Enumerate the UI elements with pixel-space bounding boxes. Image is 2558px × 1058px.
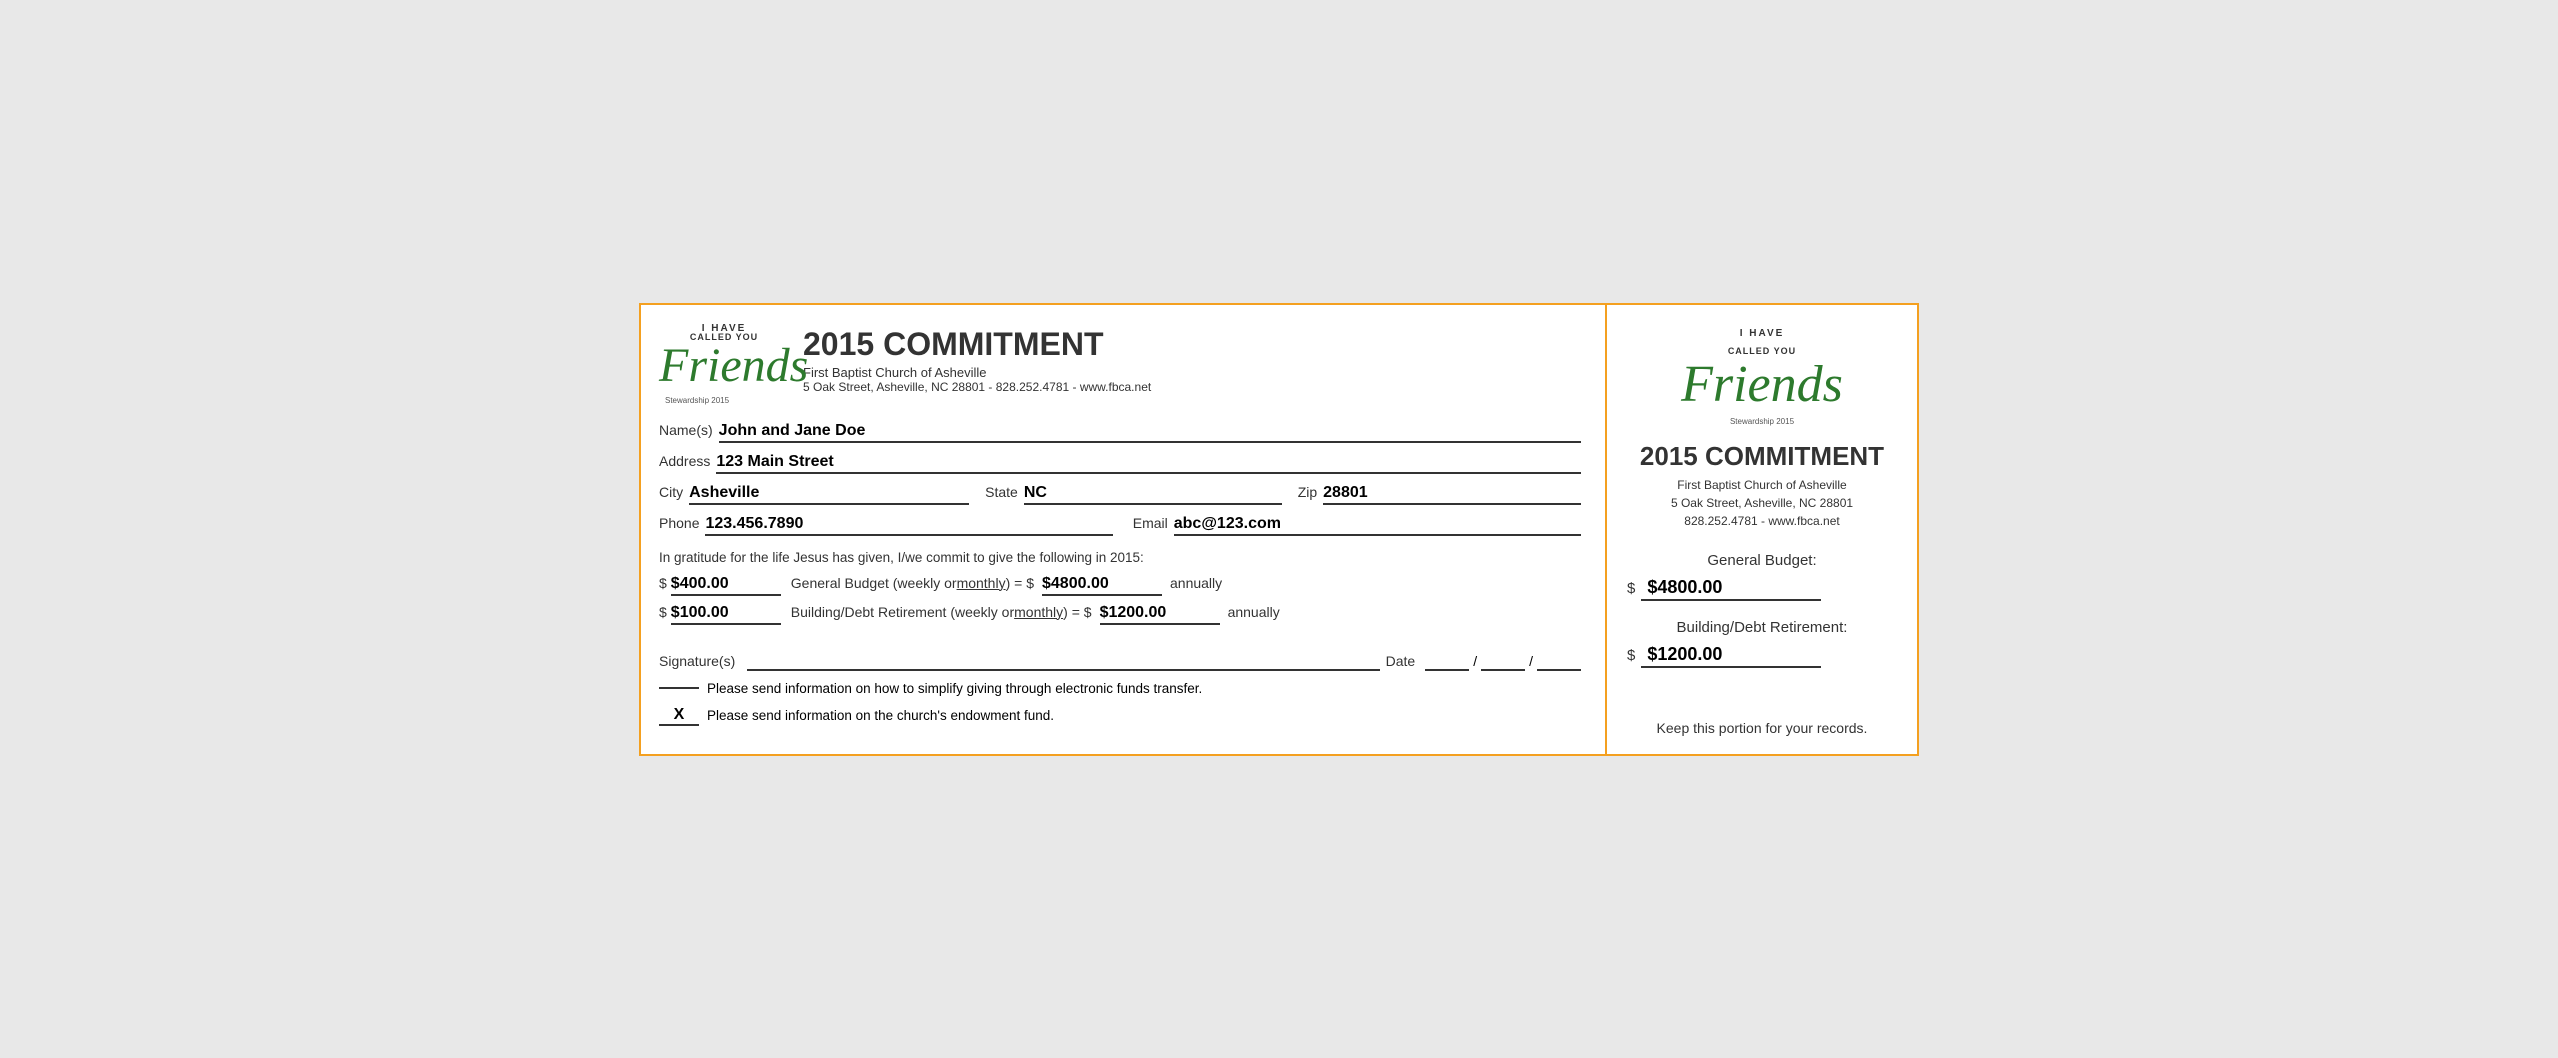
signature-row: Signature(s) Date / / (659, 653, 1581, 671)
endowment-text: Please send information on the church's … (707, 708, 1054, 723)
city-value: Asheville (689, 484, 969, 505)
signature-label: Signature(s) (659, 653, 735, 669)
header-church: First Baptist Church of Asheville (803, 365, 1151, 380)
endowment-checkbox[interactable]: X (659, 706, 699, 726)
right-building-amount: $1200.00 (1641, 644, 1821, 668)
right-church-name: First Baptist Church of Asheville (1677, 478, 1846, 492)
header-area: I HAVE CALLED YOU Friends Stewardship 20… (659, 323, 1581, 408)
endowment-row: X Please send information on the church'… (659, 706, 1581, 726)
general-annual: $4800.00 (1042, 575, 1162, 596)
eft-checkbox[interactable] (659, 687, 699, 689)
date-label: Date (1386, 653, 1416, 669)
address-value: 123 Main Street (716, 453, 1581, 474)
right-title: 2015 COMMITMENT (1640, 441, 1884, 472)
address-label: Address (659, 453, 710, 469)
header-text: 2015 COMMITMENT First Baptist Church of … (803, 323, 1151, 394)
email-value: abc@123.com (1174, 515, 1581, 536)
state-label: State (985, 484, 1018, 500)
header-address: 5 Oak Street, Asheville, NC 28801 - 828.… (803, 380, 1151, 394)
logo-left: I HAVE CALLED YOU Friends Stewardship 20… (659, 323, 789, 408)
commitment-card: I HAVE CALLED YOU Friends Stewardship 20… (639, 303, 1919, 756)
left-section: I HAVE CALLED YOU Friends Stewardship 20… (641, 305, 1607, 754)
right-address-line1: 5 Oak Street, Asheville, NC 28801 (1671, 496, 1853, 510)
eft-text: Please send information on how to simpli… (707, 681, 1202, 696)
right-general-label: General Budget: (1627, 552, 1897, 569)
right-i-have: I HAVE (1740, 328, 1785, 339)
header-title: 2015 COMMITMENT (803, 327, 1151, 362)
general-label-end: ) = $ (1006, 575, 1034, 591)
right-general-amount-row: $ $4800.00 (1627, 577, 1897, 601)
date-slash1: / (1473, 653, 1477, 669)
right-general-amount: $4800.00 (1641, 577, 1821, 601)
building-annual: $1200.00 (1100, 604, 1220, 625)
state-value: NC (1024, 484, 1282, 505)
building-row: $ $100.00 Building/Debt Retirement (week… (659, 604, 1581, 625)
phone-label: Phone (659, 515, 699, 531)
right-stewardship: Stewardship 2015 (1730, 417, 1794, 426)
right-section: I HAVE CALLED YOU Friends Stewardship 20… (1607, 305, 1917, 754)
date-group: Date / / (1386, 653, 1581, 671)
logo-friends-text: Friends (659, 342, 789, 390)
right-called-you: CALLED YOU (1728, 346, 1796, 356)
address-row: Address 123 Main Street (659, 453, 1581, 474)
general-label-start: General Budget (weekly or (791, 575, 957, 591)
general-amount: $400.00 (671, 575, 781, 596)
date-year (1537, 653, 1581, 671)
general-budget-row: $ $400.00 General Budget (weekly or mont… (659, 575, 1581, 596)
name-row: Name(s) John and Jane Doe (659, 422, 1581, 443)
right-general-dollar: $ (1627, 580, 1635, 597)
name-value: John and Jane Doe (719, 422, 1581, 443)
city-label: City (659, 484, 683, 500)
eft-row: Please send information on how to simpli… (659, 681, 1581, 696)
date-day (1481, 653, 1525, 671)
building-dollar-prefix: $ (659, 604, 667, 620)
email-label: Email (1133, 515, 1168, 531)
right-address-line2: 828.252.4781 - www.fbca.net (1684, 514, 1839, 528)
logo-stewardship-text: Stewardship 2015 (659, 396, 729, 405)
zip-label: Zip (1298, 484, 1317, 500)
date-month (1425, 653, 1469, 671)
signature-line (747, 653, 1379, 671)
right-building-dollar: $ (1627, 647, 1635, 664)
building-monthly: monthly (1014, 604, 1063, 620)
phone-value: 123.456.7890 (705, 515, 1112, 536)
city-state-zip-row: City Asheville State NC Zip 28801 (659, 484, 1581, 505)
right-logo-friends: Friends (1681, 359, 1843, 411)
building-suffix: annually (1228, 604, 1280, 620)
phone-email-row: Phone 123.456.7890 Email abc@123.com (659, 515, 1581, 536)
general-monthly: monthly (957, 575, 1006, 591)
right-church: First Baptist Church of Asheville 5 Oak … (1671, 476, 1853, 530)
right-logo-area: I HAVE CALLED YOU Friends Stewardship 20… (1681, 323, 1843, 429)
building-label-end: ) = $ (1063, 604, 1091, 620)
right-keep-text: Keep this portion for your records. (1657, 720, 1868, 736)
name-label: Name(s) (659, 422, 713, 438)
zip-value: 28801 (1323, 484, 1581, 505)
right-building-label: Building/Debt Retirement: (1627, 619, 1897, 636)
commitment-text: In gratitude for the life Jesus has give… (659, 550, 1581, 565)
right-building-amount-row: $ $1200.00 (1627, 644, 1897, 668)
general-dollar-prefix: $ (659, 575, 667, 591)
general-suffix: annually (1170, 575, 1222, 591)
date-slash2: / (1529, 653, 1533, 669)
building-label-start: Building/Debt Retirement (weekly or (791, 604, 1014, 620)
building-amount: $100.00 (671, 604, 781, 625)
